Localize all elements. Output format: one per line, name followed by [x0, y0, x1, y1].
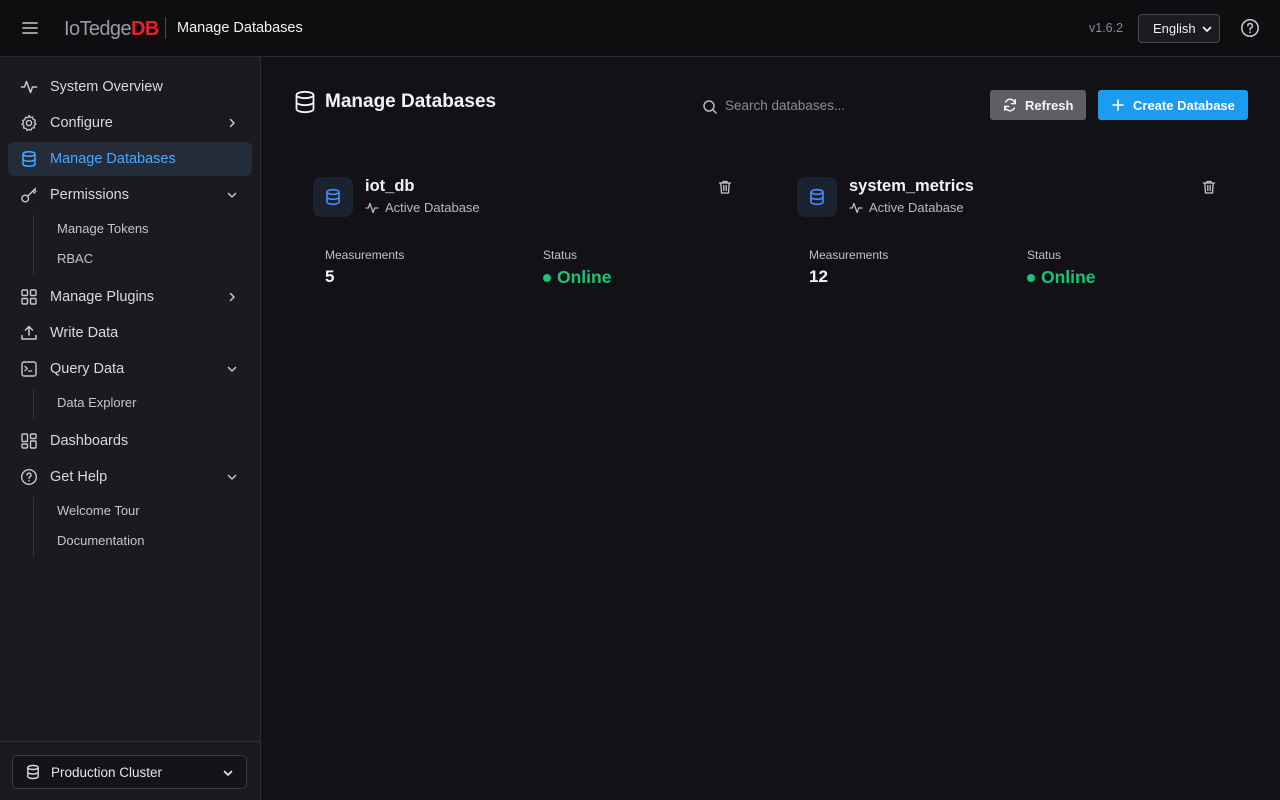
database-subtitle: Active Database: [869, 200, 964, 215]
database-name: iot_db: [365, 177, 415, 195]
chevron-right-icon: [226, 117, 238, 129]
sidebar-item-query-data[interactable]: Query Data: [8, 352, 252, 386]
create-database-label: Create Database: [1133, 98, 1235, 113]
header-divider: [165, 17, 166, 39]
help-circle-icon: [20, 468, 38, 486]
database-icon: [20, 150, 38, 168]
sidebar-subitem-label: Manage Tokens: [57, 221, 149, 236]
sidebar-item-dashboards[interactable]: Dashboards: [8, 424, 252, 458]
sidebar-item-label: Configure: [50, 115, 113, 131]
status-dot: [1027, 274, 1035, 282]
status-dot: [543, 274, 551, 282]
sidebar: System Overview Configure Manage Databas…: [0, 57, 261, 800]
activity-icon: [849, 201, 863, 215]
sidebar-item-label: Get Help: [50, 469, 108, 485]
plus-icon: [1112, 99, 1124, 111]
subnav-rail: [33, 497, 34, 557]
status-label: Status: [1027, 248, 1062, 262]
sidebar-item-manage-plugins[interactable]: Manage Plugins: [8, 280, 252, 314]
sidebar-subitem-label: Welcome Tour: [57, 503, 140, 518]
database-icon: [25, 764, 41, 780]
sidebar-subitem-label: Data Explorer: [57, 395, 137, 410]
main-content: Manage Databases Refresh Create Database…: [261, 57, 1280, 800]
chevron-down-icon: [226, 471, 238, 483]
sidebar-footer: Production Cluster: [0, 741, 260, 800]
sidebar-subitem-data-explorer[interactable]: Data Explorer: [43, 390, 243, 416]
measurements-count: 5: [325, 267, 335, 286]
sidebar-item-label: Manage Plugins: [50, 289, 154, 305]
chevron-down-icon: [222, 767, 234, 779]
brand-suffix: DB: [130, 18, 159, 40]
sidebar-item-permissions[interactable]: Permissions: [8, 178, 252, 212]
page-title: Manage Databases: [325, 91, 497, 112]
sidebar-subitem-manage-tokens[interactable]: Manage Tokens: [43, 216, 243, 242]
sidebar-item-system-overview[interactable]: System Overview: [8, 70, 252, 104]
hamburger-icon[interactable]: [20, 18, 40, 38]
sidebar-item-configure[interactable]: Configure: [8, 106, 252, 140]
key-icon: [20, 186, 38, 204]
create-database-button[interactable]: Create Database: [1098, 90, 1248, 120]
search-icon: [702, 99, 718, 115]
grid-icon: [20, 288, 38, 306]
sidebar-item-label: Manage Databases: [50, 151, 176, 167]
version-label: v1.6.2: [1089, 21, 1124, 35]
subnav-rail: [33, 389, 34, 419]
sidebar-item-label: Write Data: [50, 325, 119, 341]
status-badge: Online: [557, 267, 612, 287]
help-icon[interactable]: [1240, 18, 1260, 38]
sidebar-subitem-documentation[interactable]: Documentation: [43, 528, 243, 554]
sidebar-item-get-help[interactable]: Get Help: [8, 460, 252, 494]
upload-icon: [20, 324, 38, 342]
dashboard-icon: [20, 432, 38, 450]
brand-logo[interactable]: IoTedge DB: [64, 16, 159, 42]
database-icon: [313, 177, 353, 217]
language-value: English: [1153, 21, 1196, 36]
language-select[interactable]: English: [1138, 14, 1220, 43]
database-name: system_metrics: [849, 177, 974, 195]
sidebar-item-label: Dashboards: [50, 433, 129, 449]
database-icon: [294, 90, 316, 114]
sidebar-item-label: Permissions: [50, 187, 129, 203]
search-input[interactable]: [725, 95, 975, 115]
database-subtitle: Active Database: [385, 200, 480, 215]
database-card[interactable]: iot_db Active Database Measurements 5 St…: [313, 175, 753, 305]
sidebar-subitem-label: Documentation: [57, 533, 145, 548]
measurements-count: 12: [809, 267, 828, 286]
top-header: IoTedge DB Manage Databases v1.6.2 Englis…: [0, 0, 1280, 57]
activity-icon: [365, 201, 379, 215]
gear-icon: [20, 114, 38, 132]
chevron-down-icon: [226, 363, 238, 375]
trash-icon[interactable]: [717, 179, 733, 195]
sidebar-subitem-rbac[interactable]: RBAC: [43, 246, 243, 272]
cluster-select[interactable]: Production Cluster: [12, 755, 247, 789]
refresh-icon: [1003, 98, 1017, 112]
subnav-rail: [33, 215, 34, 275]
activity-icon: [20, 78, 38, 96]
status-badge: Online: [1041, 267, 1096, 287]
cluster-label: Production Cluster: [51, 765, 163, 780]
status-label: Status: [543, 248, 578, 262]
refresh-button[interactable]: Refresh: [990, 90, 1086, 120]
sidebar-item-manage-databases[interactable]: Manage Databases: [8, 142, 252, 176]
refresh-label: Refresh: [1025, 98, 1074, 113]
chevron-down-icon: [226, 189, 238, 201]
sidebar-item-label: Query Data: [50, 361, 125, 377]
chevron-down-icon: [1201, 23, 1213, 35]
database-card[interactable]: system_metrics Active Database Measureme…: [797, 175, 1237, 305]
terminal-icon: [20, 360, 38, 378]
sidebar-item-write-data[interactable]: Write Data: [8, 316, 252, 350]
measurements-label: Measurements: [325, 248, 405, 262]
brand-prefix: IoTedge: [64, 18, 132, 40]
sidebar-subitem-label: RBAC: [57, 251, 94, 266]
header-page-title: Manage Databases: [177, 20, 303, 36]
sidebar-item-label: System Overview: [50, 79, 163, 95]
search-bar[interactable]: [699, 93, 979, 119]
database-icon: [797, 177, 837, 217]
chevron-right-icon: [226, 291, 238, 303]
trash-icon[interactable]: [1201, 179, 1217, 195]
measurements-label: Measurements: [809, 248, 889, 262]
sidebar-subitem-welcome-tour[interactable]: Welcome Tour: [43, 498, 243, 524]
